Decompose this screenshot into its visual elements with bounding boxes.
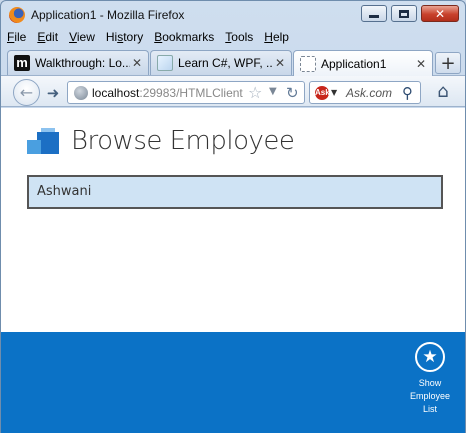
- search-bar[interactable]: Ask ▼ Ask.com ⚲: [309, 81, 421, 104]
- menu-history[interactable]: History: [100, 29, 148, 47]
- menu-view[interactable]: View: [63, 29, 100, 47]
- menu-file[interactable]: File: [1, 29, 31, 47]
- maximize-button[interactable]: [391, 5, 417, 22]
- tab-walkthrough[interactable]: m Walkthrough: Lo... ✕: [7, 50, 149, 75]
- logo-square-mid: [27, 140, 41, 154]
- back-arrow-icon: ←: [19, 83, 34, 102]
- menu-history-part1: Hi: [105, 30, 118, 44]
- menu-tools-rest: ools: [231, 30, 254, 44]
- url-path: :29983/HTMLClient: [139, 86, 243, 100]
- menu-view-rest: iew: [76, 30, 95, 44]
- forward-button[interactable]: ➜: [43, 83, 63, 103]
- menu-help-accel: H: [264, 30, 273, 44]
- navigation-bar: ← ➜ localhost:29983/HTMLClient ☆ ▼ ↻ Ask…: [1, 75, 465, 107]
- bookmark-star-icon[interactable]: ☆: [248, 83, 262, 102]
- label-line-2: Employee: [409, 391, 451, 401]
- tab-strip: m Walkthrough: Lo... ✕ Learn C#, WPF, ..…: [1, 49, 465, 76]
- minimize-icon: [369, 15, 379, 18]
- star-icon: ★: [415, 342, 445, 372]
- new-tab-button[interactable]: +: [435, 52, 461, 74]
- search-icon[interactable]: ⚲: [402, 84, 413, 102]
- label-line-1: Show: [418, 378, 442, 388]
- globe-icon: [74, 86, 88, 100]
- page-content: Browse Employee Ashwani ★ Show Employee …: [1, 108, 465, 433]
- home-icon[interactable]: ⌂: [431, 80, 455, 102]
- menu-view-accel: V: [69, 30, 77, 44]
- firefox-logo-icon: [9, 7, 25, 23]
- reload-icon[interactable]: ↻: [286, 84, 299, 102]
- menu-history-part2: tory: [123, 30, 144, 44]
- close-button[interactable]: ✕: [421, 5, 459, 22]
- app-logo-icon: [27, 128, 61, 158]
- ask-logo-icon[interactable]: Ask: [315, 86, 330, 100]
- show-employee-list-button[interactable]: ★ Show Employee List: [403, 342, 457, 426]
- tab-application1-label: Application1: [321, 56, 387, 71]
- browser-window: Application1 - Mozilla Firefox ✕ File Ed…: [0, 0, 466, 433]
- menu-tools[interactable]: Tools: [219, 29, 258, 47]
- learn-icon: [157, 55, 173, 71]
- forward-arrow-icon: ➜: [46, 84, 60, 102]
- back-button[interactable]: ←: [13, 79, 40, 106]
- menu-help[interactable]: Help: [258, 29, 294, 47]
- tab-walkthrough-label: Walkthrough: Lo...: [35, 56, 130, 70]
- menu-bar: File Edit View History Bookmarks Tools H…: [1, 29, 465, 47]
- m-icon: m: [14, 55, 30, 71]
- close-icon: ✕: [434, 6, 446, 21]
- search-input[interactable]: Ask.com: [346, 86, 392, 100]
- tab-learn-label: Learn C#, WPF, ...: [178, 56, 273, 70]
- tab-close-icon[interactable]: ✕: [414, 57, 428, 71]
- tab-close-icon[interactable]: ✕: [273, 56, 287, 70]
- maximize-icon: [399, 9, 409, 18]
- address-bar[interactable]: localhost:29983/HTMLClient ☆ ▼ ↻: [67, 81, 305, 104]
- page-title: Browse Employee: [71, 126, 295, 156]
- tab-application1[interactable]: Application1 ✕: [293, 50, 433, 76]
- menu-edit[interactable]: Edit: [31, 29, 63, 47]
- menu-bookmarks-rest: ookmarks: [162, 30, 215, 44]
- menu-bookmarks[interactable]: Bookmarks: [148, 29, 219, 47]
- label-line-3: List: [422, 404, 437, 414]
- show-employee-list-label: Show Employee List: [403, 377, 457, 416]
- tab-close-icon[interactable]: ✕: [130, 56, 144, 70]
- chevron-down-icon[interactable]: ▼: [269, 86, 277, 97]
- menu-edit-rest: dit: [45, 30, 59, 44]
- title-bar: Application1 - Mozilla Firefox ✕: [1, 1, 465, 29]
- search-engine-dropdown-icon[interactable]: ▼: [331, 88, 337, 97]
- minimize-button[interactable]: [361, 5, 387, 22]
- tab-learn[interactable]: Learn C#, WPF, ... ✕: [150, 50, 292, 75]
- menu-file-rest: ile: [14, 30, 27, 44]
- employee-list-item[interactable]: Ashwani: [27, 175, 443, 209]
- blank-page-icon: [300, 55, 316, 72]
- command-bar: ★ Show Employee List: [1, 332, 465, 433]
- menu-help-rest: elp: [272, 30, 289, 44]
- window-title: Application1 - Mozilla Firefox: [31, 8, 185, 22]
- url-text[interactable]: localhost:29983/HTMLClient: [92, 86, 243, 100]
- url-host: localhost: [92, 86, 140, 100]
